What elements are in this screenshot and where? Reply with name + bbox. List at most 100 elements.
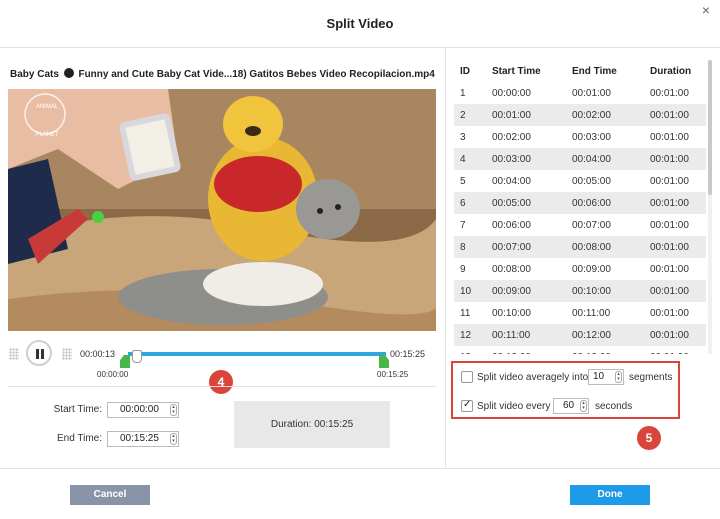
segments-count-stepper-icon[interactable]: ▴ ▾ bbox=[615, 371, 622, 383]
segment-start-cell: 00:09:00 bbox=[486, 280, 568, 302]
cancel-button[interactable]: Cancel bbox=[70, 485, 150, 505]
segment-end-cell: 00:06:00 bbox=[568, 192, 646, 214]
timeline-track[interactable] bbox=[128, 350, 386, 363]
end-time-label: End Time: bbox=[56, 433, 102, 444]
range-end-label: 00:15:25 bbox=[377, 370, 409, 379]
segment-duration-cell: 00:01:00 bbox=[646, 346, 706, 355]
start-time-input[interactable]: 00:00:00 ▴ ▾ bbox=[107, 402, 179, 418]
segment-id-cell: 3 bbox=[460, 131, 466, 143]
segment-duration-cell: 00:01:00 bbox=[646, 324, 706, 346]
split-average-label: Split video averagely into bbox=[477, 372, 589, 383]
segment-start-cell: 00:00:00 bbox=[492, 87, 531, 99]
table-row[interactable]: 1300:12:0000:13:0000:01:00 bbox=[454, 346, 706, 355]
seconds-stepper-icon[interactable]: ▴ ▾ bbox=[580, 400, 587, 412]
split-every-label: Split video every bbox=[477, 401, 551, 412]
table-row[interactable]: 10 00:09:00 00:10:00 00:01:00 bbox=[454, 280, 706, 302]
table-row[interactable]: 6 00:05:00 00:06:00 00:01:00 bbox=[454, 192, 706, 214]
segments-table-viewport: ID Start Time End Time Duration 1 00:00:0… bbox=[446, 48, 711, 354]
table-row[interactable]: 5 00:04:00 00:05:00 00:01:00 bbox=[454, 170, 706, 192]
col-header-id: ID bbox=[460, 65, 470, 77]
close-icon[interactable]: × bbox=[702, 2, 710, 18]
segment-id-cell: 5 bbox=[460, 175, 466, 187]
end-time-input[interactable]: 00:15:25 ▴ ▾ bbox=[107, 431, 179, 447]
segment-start-cell: 00:08:00 bbox=[492, 263, 531, 275]
segment-start-cell: 00:03:00 bbox=[486, 148, 568, 170]
segment-end-cell: 00:01:00 bbox=[572, 87, 611, 99]
table-row[interactable]: 12 00:11:00 00:12:00 00:01:00 bbox=[454, 324, 706, 346]
segments-table: ID Start Time End Time Duration 1 00:00:0… bbox=[454, 60, 706, 354]
table-row[interactable]: 7 00:06:00 00:07:00 00:01:00 bbox=[454, 214, 706, 236]
segment-start-cell: 00:02:00 bbox=[492, 131, 531, 143]
table-header-row: ID Start Time End Time Duration bbox=[454, 60, 706, 82]
duration-label: Duration: bbox=[270, 419, 312, 430]
watermark-bottom: PLANET bbox=[35, 132, 59, 138]
segment-end-cell: 00:12:00 bbox=[568, 324, 646, 346]
seconds-input[interactable]: 60 ▴ ▾ bbox=[553, 398, 589, 414]
dialog-titlebar: Split Video × bbox=[0, 0, 720, 48]
segment-start-cell: 00:10:00 bbox=[492, 307, 531, 319]
step-badge-4: 4 bbox=[209, 370, 233, 394]
range-end-handle[interactable] bbox=[379, 355, 389, 368]
pause-button[interactable] bbox=[26, 340, 52, 366]
segment-id-cell: 13 bbox=[454, 346, 486, 355]
segment-duration-cell: 00:01:00 bbox=[650, 307, 689, 319]
video-filename: Baby Cats Funny and Cute Baby Cat Vide..… bbox=[10, 68, 435, 80]
scrollbar-thumb[interactable] bbox=[708, 60, 712, 195]
segments-count-value: 10 bbox=[593, 371, 605, 382]
split-every-checkbox[interactable] bbox=[461, 399, 473, 412]
playhead-handle[interactable] bbox=[131, 350, 142, 363]
table-row[interactable]: 3 00:02:00 00:03:00 00:01:00 bbox=[454, 126, 706, 148]
segment-end-cell: 00:08:00 bbox=[568, 236, 646, 258]
segment-start-cell: 00:04:00 bbox=[492, 175, 531, 187]
col-header-duration: Duration bbox=[650, 65, 692, 77]
start-time-label: Start Time: bbox=[53, 404, 102, 415]
range-start-handle[interactable] bbox=[120, 355, 130, 368]
table-row[interactable]: 2 00:01:00 00:02:00 00:01:00 bbox=[454, 104, 706, 126]
dialog-title: Split Video bbox=[326, 16, 394, 31]
split-options-highlight: Split video averagely into 10 ▴ ▾ segment… bbox=[451, 361, 680, 419]
segment-start-cell: 00:12:00 bbox=[486, 346, 568, 355]
table-scrollbar[interactable] bbox=[708, 60, 712, 354]
segment-duration-cell: 00:01:00 bbox=[646, 192, 706, 214]
segment-duration-cell: 00:01:00 bbox=[650, 219, 689, 231]
split-average-checkbox[interactable] bbox=[461, 371, 473, 383]
table-row[interactable]: 1 00:00:00 00:01:00 00:01:00 bbox=[454, 82, 706, 104]
start-time-stepper-icon[interactable]: ▴ ▾ bbox=[170, 404, 177, 416]
segment-end-cell: 00:09:00 bbox=[572, 263, 611, 275]
segment-id-cell: 7 bbox=[460, 219, 466, 231]
segment-start-cell: 00:06:00 bbox=[492, 219, 531, 231]
video-preview[interactable]: ANIMAL PLANET bbox=[8, 89, 436, 331]
end-time-stepper-icon[interactable]: ▴ ▾ bbox=[170, 433, 177, 445]
col-header-end: End Time bbox=[572, 65, 617, 77]
table-row[interactable]: 8 00:07:00 00:08:00 00:01:00 bbox=[454, 236, 706, 258]
grip-right-icon[interactable] bbox=[62, 348, 72, 360]
segment-id-cell: 9 bbox=[460, 263, 466, 275]
dialog-footer: Cancel Done bbox=[0, 468, 720, 519]
segment-start-cell: 00:05:00 bbox=[486, 192, 568, 214]
segment-id-cell: 8 bbox=[454, 236, 486, 258]
duration-value: 00:15:25 bbox=[314, 419, 354, 430]
segment-id-cell: 6 bbox=[454, 192, 486, 214]
segments-count-input[interactable]: 10 ▴ ▾ bbox=[588, 369, 624, 385]
duration-display: Duration: 00:15:25 bbox=[234, 401, 390, 448]
table-row[interactable]: 4 00:03:00 00:04:00 00:01:00 bbox=[454, 148, 706, 170]
divider bbox=[8, 386, 436, 387]
grip-left-icon[interactable] bbox=[9, 348, 19, 360]
segment-end-cell: 00:11:00 bbox=[572, 307, 611, 319]
segment-id-cell: 1 bbox=[460, 87, 466, 99]
segment-end-cell: 00:05:00 bbox=[572, 175, 611, 187]
end-time-value: 00:15:25 bbox=[120, 433, 159, 444]
segment-id-cell: 10 bbox=[454, 280, 486, 302]
segment-duration-cell: 00:01:00 bbox=[646, 148, 706, 170]
segment-id-cell: 11 bbox=[460, 307, 471, 319]
segment-duration-cell: 00:01:00 bbox=[650, 131, 689, 143]
segments-unit-label: segments bbox=[629, 372, 673, 383]
segment-duration-cell: 00:01:00 bbox=[646, 280, 706, 302]
done-button[interactable]: Done bbox=[570, 485, 650, 505]
segment-end-cell: 00:07:00 bbox=[572, 219, 611, 231]
table-row[interactable]: 9 00:08:00 00:09:00 00:01:00 bbox=[454, 258, 706, 280]
segment-duration-cell: 00:01:00 bbox=[646, 104, 706, 126]
table-row[interactable]: 11 00:10:00 00:11:00 00:01:00 bbox=[454, 302, 706, 324]
segments-panel: ID Start Time End Time Duration 1 00:00:0… bbox=[445, 48, 720, 468]
seconds-unit-label: seconds bbox=[595, 401, 633, 412]
